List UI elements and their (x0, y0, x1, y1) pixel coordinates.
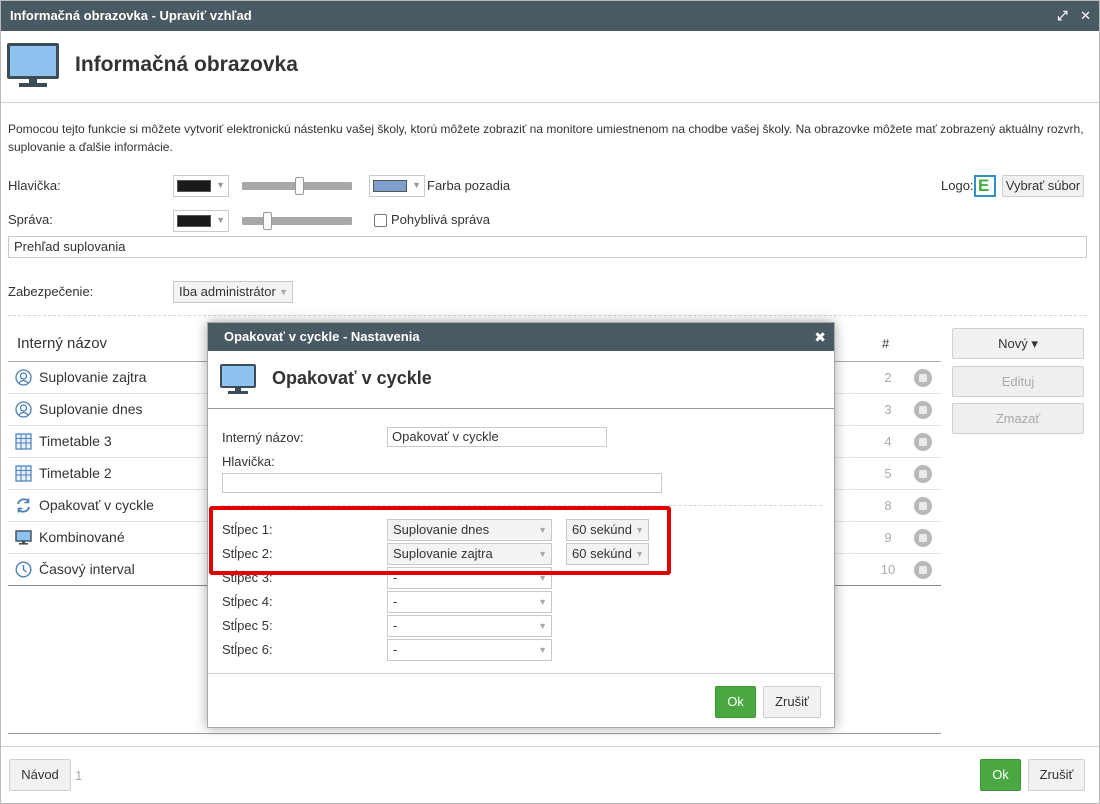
help-button[interactable]: Návod (9, 759, 71, 791)
column-6-value: - (393, 642, 398, 657)
remove-icon[interactable] (914, 497, 932, 515)
security-value: Iba administrátor (179, 284, 276, 299)
header-divider (1, 102, 1099, 103)
cycle-icon (15, 497, 32, 514)
chevron-down-icon: ▼ (538, 645, 547, 655)
message-slider-handle[interactable] (263, 212, 272, 230)
moving-message-checkbox[interactable] (374, 214, 387, 227)
footer-divider (1, 746, 1099, 747)
column-5-value: - (393, 618, 398, 633)
column-5-label: Stĺpec 5: (222, 618, 273, 633)
column-6-label: Stĺpec 6: (222, 642, 273, 657)
dialog-close-icon[interactable]: ✖ (814, 323, 826, 351)
message-label: Správa: (8, 212, 53, 227)
list-item-number: 5 (884, 466, 892, 481)
list-item-number: 9 (884, 530, 892, 545)
header-slider-handle[interactable] (295, 177, 304, 195)
highlight-box (209, 506, 671, 575)
dialog-cancel-button[interactable]: Zrušiť (763, 686, 821, 718)
timetable-icon (15, 465, 32, 482)
dialog-heading: Opakovať v cyckle (272, 368, 432, 388)
monitor-icon (7, 43, 59, 89)
maximize-icon[interactable]: ⤢ (1057, 8, 1067, 23)
list-item-name: Časový interval (39, 561, 135, 577)
background-color-picker[interactable]: ▼ (369, 175, 425, 197)
remove-icon[interactable] (914, 561, 932, 579)
remove-icon[interactable] (914, 529, 932, 547)
header-label: Hlavička: (8, 178, 61, 193)
timetable-icon (15, 433, 32, 450)
delete-button[interactable]: Zmazať (952, 403, 1084, 434)
chevron-down-icon: ▼ (279, 287, 288, 297)
moving-message-label: Pohyblivá správa (391, 212, 490, 227)
select-file-button[interactable]: Vybrať súbor (1002, 175, 1084, 197)
close-icon[interactable]: ✕ (1080, 8, 1091, 23)
list-item-name: Opakovať v cyckle (39, 497, 154, 513)
message-opacity-slider[interactable] (242, 217, 352, 225)
security-select[interactable]: Iba administrátor ▼ (173, 281, 293, 303)
window-titlebar: Informačná obrazovka - Upraviť vzhľad ⤢ … (1, 1, 1099, 31)
list-item-number: 2 (884, 370, 892, 385)
column-6-select[interactable]: - ▼ (387, 639, 552, 661)
logo-label: Logo: (941, 178, 974, 193)
dialog-header-divider (208, 408, 834, 409)
column-header-number: # (882, 336, 890, 351)
remove-icon[interactable] (914, 465, 932, 483)
list-item-name: Timetable 3 (39, 433, 112, 449)
chevron-down-icon: ▼ (216, 215, 225, 225)
section-divider (8, 315, 1087, 316)
chevron-down-icon: ▼ (538, 597, 547, 607)
remove-icon[interactable] (914, 433, 932, 451)
dialog-header-input[interactable] (222, 473, 662, 493)
substitution-icon (15, 369, 32, 386)
dialog-footer-divider (208, 673, 834, 674)
remove-icon[interactable] (914, 401, 932, 419)
internal-name-label: Interný názov: (222, 430, 304, 445)
dialog-header-label: Hlavička: (222, 454, 275, 469)
footer-list-divider (8, 733, 941, 734)
remove-icon[interactable] (914, 369, 932, 387)
list-item-number: 4 (884, 434, 892, 449)
chevron-down-icon: ▼ (538, 621, 547, 631)
column-header-name: Interný názov (17, 335, 108, 352)
header-color-picker[interactable]: ▼ (173, 175, 229, 197)
dialog-title: Opakovať v cyckle - Nastavenia (224, 329, 420, 344)
cancel-button[interactable]: Zrušiť (1028, 759, 1085, 791)
monitor-icon (220, 364, 256, 396)
security-label: Zabezpečenie: (8, 284, 94, 299)
list-item-number: 8 (884, 498, 892, 513)
ok-button[interactable]: Ok (980, 759, 1021, 791)
edit-button[interactable]: Edituj (952, 366, 1084, 397)
chevron-down-icon: ▼ (412, 180, 421, 190)
list-item-name: Suplovanie dnes (39, 401, 143, 417)
internal-name-input[interactable]: Opakovať v cyckle (387, 427, 607, 447)
list-item-number: 10 (880, 562, 896, 577)
window-title: Informačná obrazovka - Upraviť vzhľad (10, 8, 252, 23)
column-5-select[interactable]: - ▼ (387, 615, 552, 637)
chevron-down-icon: ▼ (216, 180, 225, 190)
page-title: Informačná obrazovka (75, 53, 298, 76)
column-4-value: - (393, 594, 398, 609)
logo-image: E (974, 175, 996, 197)
clock-icon (15, 561, 32, 578)
background-color-label: Farba pozadia (427, 178, 511, 193)
monitor-icon (15, 529, 32, 546)
column-4-select[interactable]: - ▼ (387, 591, 552, 613)
list-item-name: Suplovanie zajtra (39, 369, 147, 385)
list-item-number: 3 (884, 402, 892, 417)
dialog-ok-button[interactable]: Ok (715, 686, 756, 718)
message-input[interactable]: Prehľad suplovania (8, 236, 1087, 258)
new-button[interactable]: Nový ▾ (952, 328, 1084, 359)
page-number: 1 (75, 768, 83, 783)
substitution-icon (15, 401, 32, 418)
dialog-titlebar: Opakovať v cyckle - Nastavenia (208, 323, 834, 351)
intro-text: Pomocou tejto funkcie si môžete vytvoriť… (8, 122, 1084, 154)
list-item-name: Kombinované (39, 529, 125, 545)
column-4-label: Stĺpec 4: (222, 594, 273, 609)
message-color-picker[interactable]: ▼ (173, 210, 229, 232)
list-item-name: Timetable 2 (39, 465, 112, 481)
